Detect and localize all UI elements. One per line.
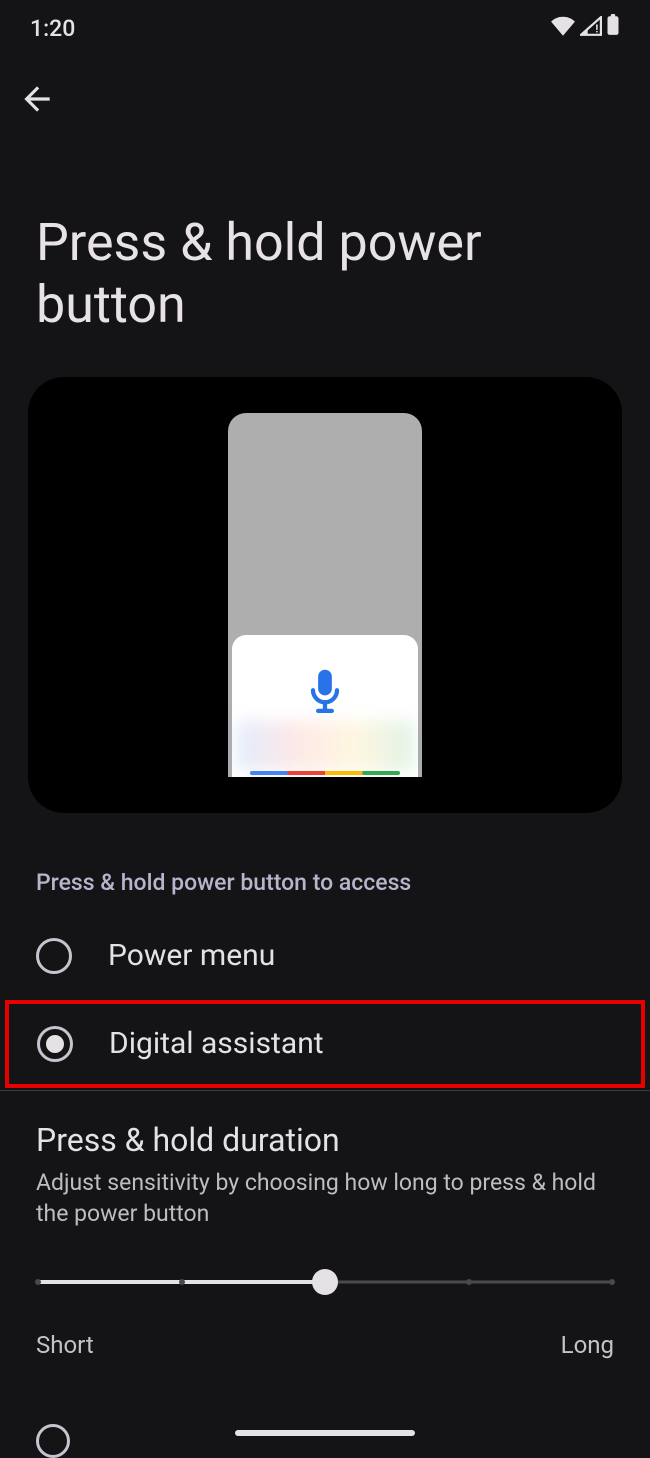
duration-section: Press & hold duration Adjust sensitivity… [0,1091,650,1359]
option-power-menu[interactable]: Power menu [0,912,650,1000]
info-icon[interactable] [36,1424,70,1458]
rainbow-bar [250,771,400,775]
slider-max-label: Long [561,1331,614,1359]
radio-icon [36,938,72,974]
option-label: Power menu [108,938,275,973]
duration-description: Adjust sensitivity by choosing how long … [36,1167,614,1229]
assistant-sheet [232,635,418,777]
option-digital-assistant[interactable]: Digital assistant [5,1000,645,1088]
status-time: 1:20 [30,15,75,42]
option-label: Digital assistant [109,1026,324,1061]
svg-text:!: ! [595,22,598,35]
page-title: Press & hold power button [0,132,650,377]
mic-icon [303,668,347,720]
back-icon[interactable] [18,103,56,122]
duration-title: Press & hold duration [36,1121,614,1159]
phone-mockup [228,413,422,777]
signal-icon: ! [580,15,602,42]
duration-slider[interactable] [38,1267,612,1297]
section-header: Press & hold power button to access [0,813,650,912]
status-icons: ! [550,14,620,42]
radio-icon [37,1026,73,1062]
illustration-card [28,377,622,813]
status-bar: 1:20 ! [0,0,650,50]
slider-min-label: Short [36,1331,94,1359]
battery-icon [606,14,620,42]
home-indicator[interactable] [235,1430,415,1436]
wifi-icon [550,15,576,42]
